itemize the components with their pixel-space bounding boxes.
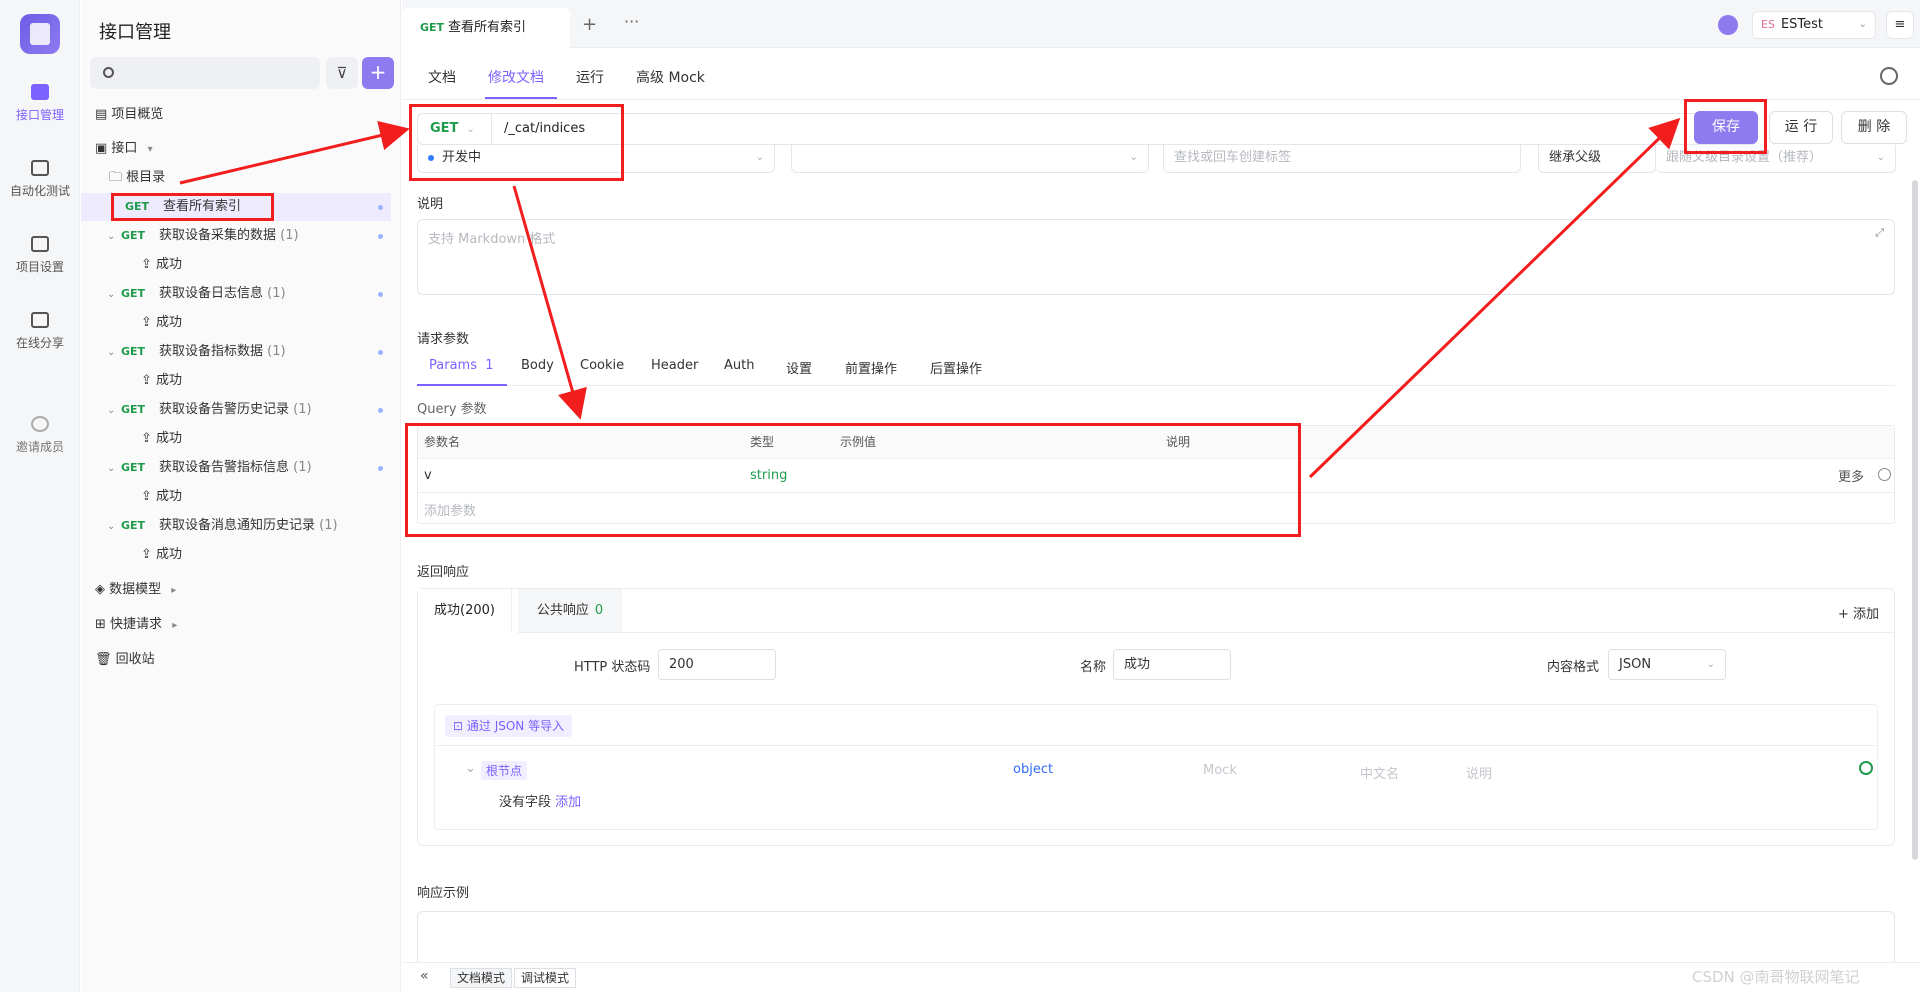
arrow-to-url: [179, 120, 410, 185]
annotation-arrows: [179, 117, 1681, 479]
arrow-to-params: [512, 185, 587, 420]
arrow-to-save: [1308, 117, 1681, 479]
